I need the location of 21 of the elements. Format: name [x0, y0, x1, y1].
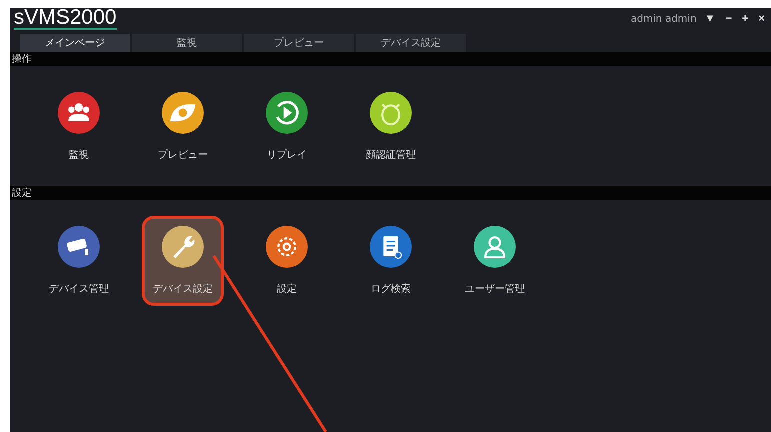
tab[interactable]: メインページ: [20, 34, 130, 52]
section-title: 操作: [12, 53, 32, 66]
app-tile[interactable]: ユーザー管理: [454, 216, 536, 306]
section-title: 設定: [12, 186, 32, 200]
app-tile[interactable]: リプレイ: [246, 82, 328, 172]
window-control[interactable]: ▼: [702, 13, 718, 25]
app-title: sVMS2000: [14, 8, 117, 30]
window-control[interactable]: ×: [756, 13, 767, 25]
tab[interactable]: デバイス設定: [356, 34, 466, 52]
app-tile[interactable]: ログ検索: [350, 216, 432, 306]
app-tile[interactable]: 監視: [38, 82, 120, 172]
window-control[interactable]: +: [740, 13, 751, 25]
app-tile[interactable]: デバイス設定: [142, 216, 224, 306]
window-control[interactable]: −: [724, 13, 734, 25]
app-tile[interactable]: 設定: [246, 216, 328, 306]
user-name: admin admin: [630, 14, 697, 24]
app-tile[interactable]: プレビュー: [142, 82, 224, 172]
tab[interactable]: プレビュー: [244, 34, 354, 52]
app-tile[interactable]: デバイス管理: [38, 216, 120, 306]
app-tile[interactable]: 顔認証管理: [350, 82, 432, 172]
tab[interactable]: 監視: [132, 34, 242, 52]
